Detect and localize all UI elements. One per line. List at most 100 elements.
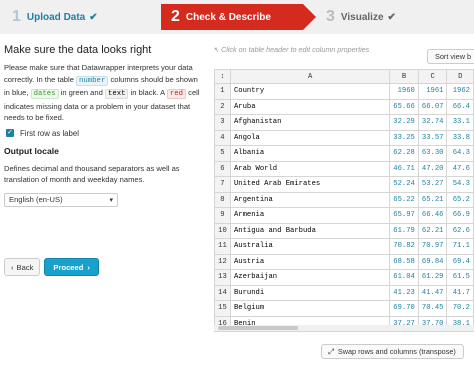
table-cell[interactable]: 1961	[417, 83, 448, 100]
sort-corner-icon[interactable]: ↕	[214, 69, 231, 84]
table-cell[interactable]: Armenia	[229, 207, 391, 224]
column-header-c[interactable]: C	[417, 69, 448, 84]
table-cell[interactable]: Angola	[229, 129, 391, 146]
table-cell[interactable]: Antigua and Barbuda	[229, 222, 391, 239]
table-cell[interactable]: Azerbaijan	[229, 269, 391, 286]
table-cell[interactable]: 41.7	[446, 284, 474, 301]
table-cell[interactable]: 62.21	[417, 222, 448, 239]
table-cell[interactable]: 61.29	[417, 269, 448, 286]
row-number: 13	[214, 269, 231, 286]
first-row-label-option[interactable]: ✓ First row as label	[4, 129, 204, 138]
row-number: 1	[214, 83, 231, 100]
back-button[interactable]: ‹ Back	[4, 258, 41, 276]
table-cell[interactable]: 33.57	[417, 129, 448, 146]
table-header-hint: ↖ Click on table header to edit column p…	[213, 45, 369, 54]
column-header-b[interactable]: B	[389, 69, 419, 84]
proceed-label: Proceed	[53, 262, 84, 272]
back-label: Back	[16, 262, 34, 272]
table-cell[interactable]: 65.22	[389, 191, 419, 208]
table-cell[interactable]: 1962	[446, 83, 474, 100]
proceed-button[interactable]: Proceed ›	[44, 258, 99, 276]
table-cell[interactable]: 69.4	[446, 253, 474, 270]
table-cell[interactable]: 64.3	[446, 145, 474, 162]
table-cell[interactable]: 69.84	[417, 253, 448, 270]
table-cell[interactable]: Austria	[229, 253, 391, 270]
table-cell[interactable]: 33.25	[389, 129, 419, 146]
table-cell[interactable]: 65.97	[389, 207, 419, 224]
chevron-down-icon: ▾	[109, 196, 113, 204]
table-cell[interactable]: 70.97	[417, 238, 448, 255]
column-letters-row: ↕ A B C D	[214, 69, 474, 84]
table-cell[interactable]: 68.58	[389, 253, 419, 270]
row-number: 10	[214, 222, 231, 239]
table-cell[interactable]: 61.04	[389, 269, 419, 286]
table-header-row: 1 Country 1960 1961 1962	[214, 83, 474, 100]
step-visualize[interactable]: 3 Visualize ✔	[318, 4, 474, 30]
table-cell[interactable]: Country	[229, 83, 391, 100]
table-cell[interactable]: 47.6	[446, 160, 474, 177]
table-cell[interactable]: 47.20	[417, 160, 448, 177]
table-cell[interactable]: 32.29	[389, 114, 419, 131]
navigation-buttons: ‹ Back Proceed ›	[4, 258, 99, 276]
table-cell[interactable]: 65.66	[389, 98, 419, 115]
table-cell[interactable]: 33.1	[446, 114, 474, 131]
table-cell[interactable]: Albania	[229, 145, 391, 162]
table-cell[interactable]: Argentina	[229, 191, 391, 208]
row-number: 5	[214, 145, 231, 162]
table-cell[interactable]: 70.45	[417, 300, 448, 317]
table-cell[interactable]: Arab World	[229, 160, 391, 177]
table-cell[interactable]: 1960	[389, 83, 419, 100]
step-upload-data[interactable]: 1 Upload Data ✔	[0, 4, 160, 30]
table-cell[interactable]: 71.1	[446, 238, 474, 255]
curved-arrow-icon: ↖	[213, 45, 220, 54]
transpose-button[interactable]: ⤢ Swap rows and columns (transpose)	[321, 344, 464, 359]
table-cell[interactable]: Aruba	[229, 98, 391, 115]
column-header-d[interactable]: D	[446, 69, 474, 84]
step-navigation: 1 Upload Data ✔ 2 Check & Describe 3 Vis…	[0, 0, 474, 34]
table-cell[interactable]: 41.47	[417, 284, 448, 301]
table-cell[interactable]: 65.21	[417, 191, 448, 208]
checkmark-icon: ✔	[89, 11, 98, 23]
table-cell[interactable]: 63.30	[417, 145, 448, 162]
table-cell[interactable]: Burundi	[229, 284, 391, 301]
table-cell[interactable]: 54.3	[446, 176, 474, 193]
table-cell[interactable]: 32.74	[417, 114, 448, 131]
table-row: 4 Angola 33.25 33.57 33.8	[214, 129, 474, 146]
row-number: 11	[214, 238, 231, 255]
step-label: Check & Describe	[185, 11, 271, 23]
table-cell[interactable]: 66.4	[446, 98, 474, 115]
table-cell[interactable]: Belgium	[229, 300, 391, 317]
row-number: 6	[214, 160, 231, 177]
table-cell[interactable]: 66.46	[417, 207, 448, 224]
output-locale-heading: Output locale	[4, 145, 59, 156]
table-cell[interactable]: Australia	[229, 238, 391, 255]
horizontal-scrollbar[interactable]	[214, 325, 474, 331]
checkbox-checked-icon[interactable]: ✓	[6, 129, 14, 137]
table-cell[interactable]: 70.2	[446, 300, 474, 317]
table-cell[interactable]: 41.23	[389, 284, 419, 301]
table-cell[interactable]: 62.28	[389, 145, 419, 162]
table-cell[interactable]: 70.82	[389, 238, 419, 255]
table-cell[interactable]: 46.71	[389, 160, 419, 177]
table-cell[interactable]: 66.9	[446, 207, 474, 224]
table-cell[interactable]: 65.2	[446, 191, 474, 208]
row-number: 7	[214, 176, 231, 193]
table-cell[interactable]: 66.07	[417, 98, 448, 115]
table-cell[interactable]: 61.79	[389, 222, 419, 239]
table-cell[interactable]: 52.24	[389, 176, 419, 193]
locale-select[interactable]: English (en-US) ▾	[4, 192, 118, 207]
sort-view-button[interactable]: Sort view b	[427, 49, 474, 64]
table-cell[interactable]: 61.5	[446, 269, 474, 286]
table-cell[interactable]: 33.8	[446, 129, 474, 146]
table-cell[interactable]: Afghanistan	[229, 114, 391, 131]
table-cell[interactable]: 62.6	[446, 222, 474, 239]
table-cell[interactable]: 69.70	[389, 300, 419, 317]
table-row: 11 Australia 70.82 70.97 71.1	[214, 238, 474, 255]
table-cell[interactable]: United Arab Emirates	[229, 176, 391, 193]
row-number: 9	[214, 207, 231, 224]
row-number: 12	[214, 253, 231, 270]
column-header-a[interactable]: A	[229, 69, 391, 84]
step-check-describe[interactable]: 2 Check & Describe	[161, 4, 316, 30]
scrollbar-thumb[interactable]	[218, 326, 298, 330]
table-cell[interactable]: 53.27	[417, 176, 448, 193]
